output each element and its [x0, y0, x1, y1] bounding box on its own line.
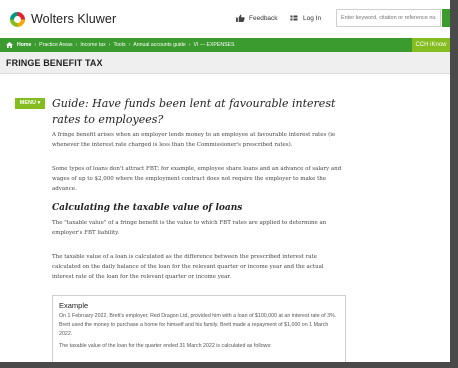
breadcrumb-practice-areas[interactable]: Practice Areas — [39, 42, 72, 48]
menu-button[interactable]: MENU ▾ — [15, 98, 45, 109]
example-paragraph: On 1 February 2022, Brett's employer, Re… — [59, 313, 337, 338]
article-subheading: Calculating the taxable value of loans — [52, 203, 243, 213]
breadcrumb: Home › Practice Areas › Income tax › Too… — [6, 38, 234, 52]
login-link[interactable]: Log In — [290, 14, 321, 22]
site-header: Wolters Kluwer Feedback Log In — [0, 0, 450, 38]
breadcrumb-tools[interactable]: Tools — [113, 42, 125, 48]
breadcrumb-separator: › — [75, 42, 78, 48]
login-label: Log In — [303, 14, 322, 22]
breadcrumb-home[interactable]: Home — [17, 42, 31, 48]
article-paragraph-exemptions: Some types of loans don't attract FBT; f… — [52, 166, 342, 192]
feedback-link[interactable]: Feedback — [236, 14, 278, 22]
home-icon[interactable] — [6, 42, 13, 48]
article-paragraph-taxable-value: The "taxable value" of a fringe benefit … — [52, 220, 327, 236]
section-title: FRINGE BENEFIT TAX — [6, 58, 103, 68]
page-border-bottom — [0, 362, 458, 368]
page-border-right — [450, 0, 458, 368]
feedback-label: Feedback — [249, 14, 278, 22]
login-icon — [290, 15, 298, 21]
breadcrumb-separator: › — [188, 42, 191, 48]
article-paragraph-intro: A fringe benefit arises when an employer… — [52, 132, 336, 148]
article-heading: Guide: Have funds been lent at favourabl… — [52, 97, 336, 126]
article-paragraph-loan-calculation: The taxable value of a loan is calculate… — [52, 254, 324, 280]
search-button[interactable] — [442, 9, 450, 27]
wolters-kluwer-logo-icon — [10, 11, 25, 27]
section-header: FRINGE BENEFIT TAX — [0, 52, 450, 74]
cch-iknow-button[interactable]: CCH iKnow — [412, 38, 450, 52]
brand-logo[interactable]: Wolters Kluwer — [10, 10, 116, 28]
breadcrumb-separator: › — [108, 42, 111, 48]
example-box: Example On 1 February 2022, Brett's empl… — [52, 295, 346, 362]
breadcrumb-expenses[interactable]: VI — EXPENSES — [194, 42, 235, 48]
example-paragraph-calculation: The taxable value of the loan for the qu… — [59, 343, 272, 349]
breadcrumb-income-tax[interactable]: Income tax — [80, 42, 105, 48]
brand-name: Wolters Kluwer — [31, 12, 117, 26]
breadcrumb-separator: › — [34, 42, 37, 48]
breadcrumb-bar: Home › Practice Areas › Income tax › Too… — [0, 38, 450, 52]
search-input[interactable] — [336, 9, 441, 27]
breadcrumb-annual-accounts-guide[interactable]: Annual accounts guide — [133, 42, 186, 48]
breadcrumb-separator: › — [128, 42, 131, 48]
browser-page: Wolters Kluwer Feedback Log In Enter key… — [0, 0, 450, 362]
thumbs-up-icon — [236, 14, 245, 22]
example-title: Example — [59, 301, 89, 310]
